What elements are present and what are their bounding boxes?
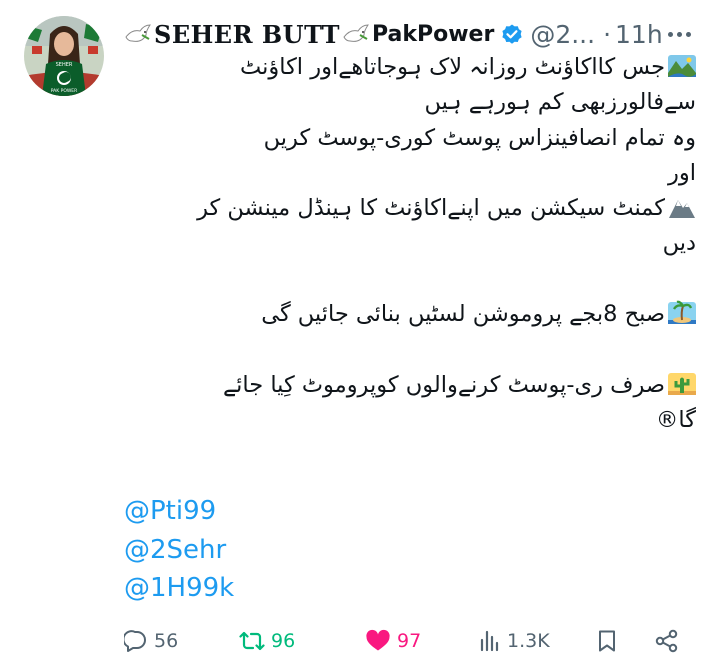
- more-options-icon[interactable]: [668, 31, 691, 37]
- bookmark-button[interactable]: [596, 629, 618, 653]
- post-header: SEHER BUTT PakPower @2... · 11h: [124, 14, 691, 54]
- separator-dot: ·: [603, 19, 612, 49]
- post-body: جس کااکاؤنٹ روزانہ لاک ہوجاتاھےاور اکاؤن…: [124, 50, 696, 438]
- author-display-name: SEHER BUTT: [154, 19, 340, 49]
- dove-icon: [343, 24, 369, 42]
- post-body-line: جس کااکاؤنٹ روزانہ لاک ہوجاتاھےاور اکاؤن…: [124, 50, 696, 85]
- share-icon: [655, 629, 678, 653]
- post-body-line: صرف ری-پوسٹ کرنےوالوں کوپروموٹ کِیا جائے: [124, 368, 696, 403]
- mention-list: @Pti99 @2Sehr @1H99k: [124, 492, 234, 608]
- dove-icon: [125, 24, 151, 42]
- mention-link[interactable]: @Pti99: [124, 492, 234, 531]
- post-body-text: دیں: [662, 230, 696, 257]
- action-bar: 56 96 97 1.3K: [124, 625, 694, 665]
- desert-island-icon: [668, 300, 696, 326]
- post-body-text: جس کااکاؤنٹ روزانہ لاک ہوجاتاھےاور اکاؤن…: [240, 54, 665, 80]
- like-button[interactable]: 97: [365, 629, 421, 653]
- reply-icon: [124, 630, 146, 652]
- mountain-icon: [668, 194, 696, 220]
- post-body-text: صرف ری-پوسٹ کرنےوالوں کوپروموٹ کِیا جائے: [222, 371, 665, 398]
- post-body-text: سےفالورزبھی کم ہورہے ہیں: [424, 89, 696, 116]
- verified-badge-icon[interactable]: [500, 23, 524, 47]
- post-body-text: گا®: [655, 406, 696, 433]
- post-timestamp[interactable]: 11h: [615, 20, 663, 49]
- post-body-spacer: [124, 332, 696, 367]
- bookmark-icon: [599, 630, 615, 652]
- author-name-suffix: PakPower: [371, 21, 495, 47]
- like-count: 97: [397, 630, 422, 652]
- mention-link[interactable]: @2Sehr: [124, 531, 234, 570]
- post-body-text: اور: [668, 159, 696, 186]
- post-body-line: گا®: [124, 403, 696, 438]
- heart-icon: [366, 629, 390, 651]
- author-handle[interactable]: @2...: [530, 20, 595, 49]
- post-body-line: کمنٹ سیکشن میں اپنےاکاؤنٹ کا ہینڈل مینشن…: [124, 191, 696, 226]
- avatar[interactable]: SEHER PAK POWER: [24, 16, 104, 96]
- mention-link[interactable]: @1H99k: [124, 569, 234, 608]
- desert-cactus-icon: [668, 371, 696, 397]
- share-button[interactable]: [654, 629, 680, 653]
- bar-chart-icon: [480, 630, 499, 652]
- reply-button[interactable]: 56: [124, 629, 178, 653]
- post-body-text: وہ تمام انصافینزاس پوسٹ کوری-پوسٹ کریں: [263, 124, 696, 151]
- post-body-text: کمنٹ سیکشن میں اپنےاکاؤنٹ کا ہینڈل مینشن…: [197, 195, 665, 222]
- views-button[interactable]: 1.3K: [479, 629, 550, 653]
- repost-button[interactable]: 96: [239, 629, 295, 653]
- repost-count: 96: [271, 630, 296, 652]
- avatar-badge-text: SEHER: [56, 62, 73, 68]
- avatar-shirt-text: PAK POWER: [51, 88, 78, 94]
- post-body-line: دیں: [124, 226, 696, 261]
- post-body-spacer: [124, 262, 696, 297]
- post-body-text: صبح 8بجے پروموشن لسٹیں بنائی جائیں گی: [261, 301, 665, 328]
- author-name[interactable]: SEHER BUTT PakPower: [124, 20, 494, 49]
- post-body-line: سےفالورزبھی کم ہورہے ہیں: [124, 85, 696, 120]
- national-park-icon: [668, 53, 696, 79]
- views-count: 1.3K: [507, 630, 550, 652]
- post-body-line: وہ تمام انصافینزاس پوسٹ کوری-پوسٹ کریں: [124, 121, 696, 156]
- reply-count: 56: [154, 630, 179, 652]
- post-body-line: صبح 8بجے پروموشن لسٹیں بنائی جائیں گی: [124, 297, 696, 332]
- post-body-line: اور: [124, 156, 696, 191]
- repost-icon: [239, 631, 265, 651]
